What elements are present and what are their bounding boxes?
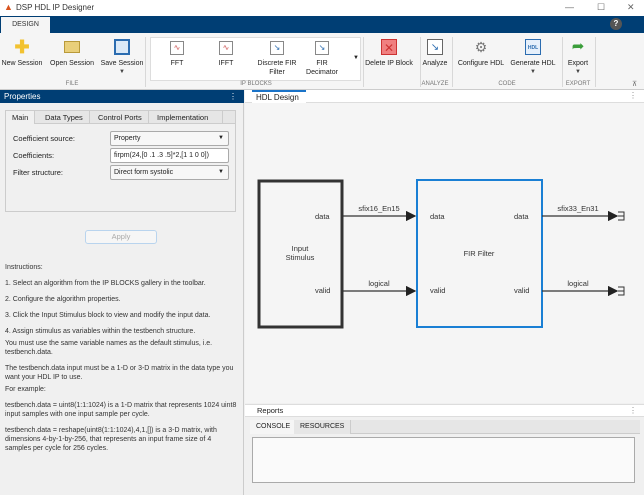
instruction-text: The testbench.data input must be a 1-D o…	[5, 365, 234, 381]
tab-data-types[interactable]: Data Types	[39, 111, 90, 124]
analyze-icon: ↘	[427, 39, 443, 55]
signal-type-label: sfix16_En15	[358, 204, 399, 213]
signal-type-label: sfix33_En31	[557, 204, 598, 213]
chevron-down-icon: ▼	[218, 169, 224, 175]
ribbon: ✚ New Session Open Session Save Session ▼ …	[0, 33, 644, 90]
port-label: valid	[315, 286, 330, 295]
save-session-button[interactable]: Save Session ▼	[92, 39, 152, 77]
separator	[595, 37, 596, 87]
reports-header: Reports ⋮	[245, 404, 644, 417]
instruction-step: 1. Select an algorithm from the IP BLOCK…	[5, 280, 206, 287]
chevron-down-icon: ▼	[575, 69, 581, 75]
ifft-icon: ∿	[219, 41, 233, 55]
coefficient-source-label: Coefficient source:	[13, 134, 75, 143]
tab-hdl-design[interactable]: HDL Design	[252, 90, 306, 103]
filter-structure-label: Filter structure:	[13, 168, 64, 177]
instruction-step: 2. Configure the algorithm properties.	[5, 296, 121, 303]
fir-filter-label: FIR Filter	[464, 249, 495, 258]
instruction-text: You must use the same variable names as …	[5, 340, 213, 356]
group-label-export: EXPORT	[565, 81, 591, 87]
more-options-icon[interactable]: ⋮	[629, 405, 637, 417]
instructions-heading: Instructions:	[5, 264, 43, 271]
tab-console[interactable]: CONSOLE	[250, 420, 298, 434]
matlab-logo-icon: ▲	[4, 2, 13, 12]
instruction-text: For example:	[5, 386, 46, 393]
separator	[145, 37, 146, 87]
port-label: data	[315, 212, 330, 221]
properties-header: Properties ⋮	[0, 90, 244, 103]
collapse-ribbon-icon[interactable]: ⊼	[632, 80, 637, 88]
ribbon-tab-strip	[0, 16, 644, 33]
chevron-down-icon: ▼	[218, 135, 224, 141]
properties-tab-box: Main Data Types Control Ports Implementa…	[5, 110, 236, 212]
apply-button[interactable]: Apply	[85, 230, 157, 244]
gear-icon: ⚙	[474, 39, 488, 55]
folder-icon	[64, 41, 80, 53]
port-label: data	[430, 212, 445, 221]
export-arrow-icon: ➦	[571, 38, 585, 55]
fft-icon: ∿	[170, 41, 184, 55]
signal-type-label: logical	[368, 279, 390, 288]
ip-block-discrete-fir-filter[interactable]: ↘ Discrete FIR Filter	[255, 41, 299, 77]
console-output[interactable]	[252, 437, 635, 483]
minimize-icon[interactable]: —	[565, 2, 574, 12]
port-label: data	[514, 212, 529, 221]
ip-block-fir-decimator[interactable]: ↘ FIR Decimator	[302, 41, 342, 77]
configure-hdl-button[interactable]: ⚙ Configure HDL	[451, 39, 511, 68]
delete-icon: ✕	[381, 39, 397, 55]
design-canvas: Input Stimulus data valid data valid data…	[245, 103, 644, 403]
save-icon	[114, 39, 130, 55]
port-label: valid	[430, 286, 445, 295]
export-button[interactable]: ➦ Export ▼	[548, 39, 608, 77]
hdl-icon: HDL	[525, 39, 541, 55]
coefficients-label: Coefficients:	[13, 151, 55, 160]
port-label: valid	[514, 286, 529, 295]
chevron-down-icon: ▼	[119, 69, 125, 75]
filter-structure-select[interactable]: Direct form systolic ▼	[110, 165, 229, 180]
plus-icon: ✚	[14, 37, 30, 57]
tab-resources[interactable]: RESOURCES	[294, 420, 352, 434]
reports-title: Reports	[257, 406, 284, 415]
instruction-step: 3. Click the Input Stimulus block to vie…	[5, 312, 211, 319]
group-label-analyze: ANALYZE	[421, 81, 449, 87]
instructions: Instructions: 1. Select an algorithm fro…	[5, 263, 237, 460]
group-label-file: FILE	[65, 81, 79, 87]
properties-title: Properties	[4, 92, 41, 101]
close-icon[interactable]: ✕	[627, 2, 635, 13]
decimator-icon: ↘	[315, 41, 329, 55]
instruction-text: testbench.data = uint8(1:1:1024) is a 1-…	[5, 402, 237, 418]
tab-implementation[interactable]: Implementation	[151, 111, 223, 124]
help-icon[interactable]: ?	[610, 18, 622, 30]
filter-icon: ↘	[270, 41, 284, 55]
ip-block-ifft[interactable]: ∿ IFFT	[196, 41, 256, 68]
more-options-icon[interactable]: ⋮	[629, 91, 637, 100]
maximize-icon[interactable]: ☐	[597, 2, 605, 13]
coefficient-source-select[interactable]: Property ▼	[110, 131, 229, 146]
tab-design[interactable]: DESIGN	[1, 17, 50, 33]
signal-type-label: logical	[567, 279, 589, 288]
properties-panel: Main Data Types Control Ports Implementa…	[0, 103, 244, 495]
window-title: DSP HDL IP Designer	[16, 3, 95, 12]
output-terminator-icon	[618, 211, 625, 221]
instruction-text: testbench.data = reshape(uint8(1:1:1024)…	[5, 427, 217, 452]
group-label-code: CODE	[498, 81, 516, 87]
output-terminator-icon	[618, 286, 625, 296]
group-label-ip-blocks: IP BLOCKS	[240, 81, 272, 87]
title-bar: ▲ DSP HDL IP Designer — ☐ ✕	[0, 0, 644, 16]
tab-main[interactable]: Main	[6, 111, 36, 124]
coefficients-input[interactable]: firpm(24,[0 .1 .3 .5]*2,[1 1 0 0])	[110, 148, 229, 163]
more-options-icon[interactable]: ⋮	[229, 90, 237, 103]
input-stimulus-label: Input Stimulus	[286, 244, 315, 262]
tab-control-ports[interactable]: Control Ports	[92, 111, 149, 124]
instruction-step: 4. Assign stimulus as variables within t…	[5, 328, 196, 335]
